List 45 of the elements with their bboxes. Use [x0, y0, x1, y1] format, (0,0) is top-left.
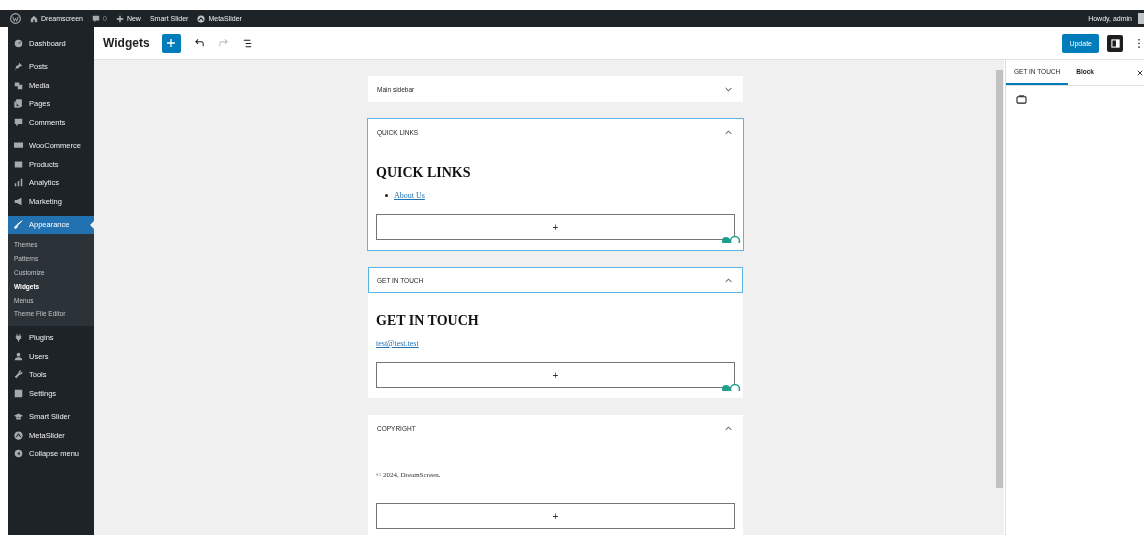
home-icon — [30, 14, 38, 23]
bar-chart-icon — [14, 178, 23, 188]
page-title: Widgets — [103, 36, 150, 50]
email-link[interactable]: test@test.test — [376, 339, 419, 348]
close-icon[interactable] — [1137, 69, 1143, 76]
plus-icon — [115, 14, 124, 23]
add-block-appender[interactable]: + — [376, 214, 735, 240]
chevron-icon — [725, 277, 732, 283]
chevron-icon — [725, 86, 732, 92]
mountain-circle-icon — [197, 14, 206, 23]
mountain-circle-icon — [14, 430, 23, 440]
square-icon — [14, 388, 23, 398]
gauge-icon — [14, 38, 23, 48]
plus-icon — [166, 38, 177, 48]
speech-bubble-icon — [14, 117, 23, 127]
graduation-cap-icon — [14, 412, 23, 422]
card-icon — [14, 141, 23, 151]
megaphone-icon — [14, 196, 23, 206]
chevron-icon — [725, 129, 732, 135]
chevron-icon — [725, 425, 732, 431]
add-block-button[interactable] — [161, 33, 181, 53]
panel-icon — [1110, 38, 1120, 48]
user-icon — [14, 351, 23, 361]
wordpress-logo-icon[interactable] — [10, 13, 21, 24]
speech-bubble-icon — [92, 14, 100, 23]
add-block-appender[interactable]: + — [376, 503, 735, 529]
pushpin-icon — [14, 62, 23, 72]
widget-block-icon — [1016, 95, 1027, 104]
list-view-icon[interactable] — [241, 37, 253, 49]
add-block-appender[interactable]: + — [376, 362, 735, 388]
box-icon — [14, 159, 23, 169]
options-menu-icon[interactable] — [1137, 37, 1141, 49]
menu-link[interactable]: About Us — [394, 191, 425, 200]
settings-panel-toggle[interactable] — [1107, 34, 1123, 52]
undo-icon[interactable] — [193, 37, 205, 49]
collapse-icon — [14, 449, 23, 459]
brush-icon — [14, 220, 23, 230]
wrench-icon — [14, 370, 23, 380]
page-icon — [14, 99, 23, 109]
widget-heading: GET IN TOUCH — [376, 313, 480, 329]
widget-heading: QUICK LINKS — [376, 165, 472, 181]
scrollbar[interactable] — [995, 60, 1004, 535]
bullet-icon — [385, 194, 388, 197]
media-icon — [14, 80, 23, 90]
plug-icon — [14, 333, 23, 343]
